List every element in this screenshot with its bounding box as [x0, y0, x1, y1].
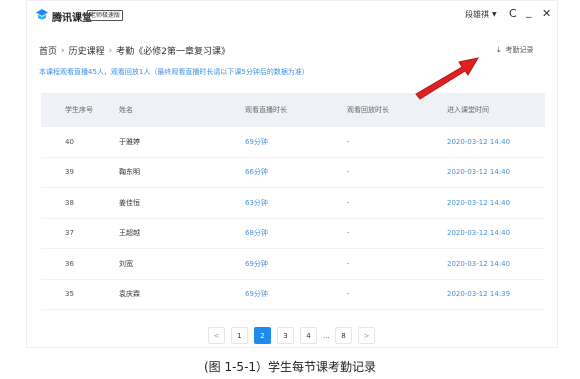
cell-replay-duration: - [347, 229, 350, 238]
figure-caption: (图 1-5-1）学生每节课考勤记录 [203, 360, 377, 374]
breadcrumb: 首页 › 历史课程 › 考勤《必修2第一章复习课》 [39, 44, 230, 58]
app-name: 腾讯课堂 [52, 13, 92, 24]
cell-live-duration: 69分钟 [245, 290, 268, 299]
cell-live-duration: 69分钟 [245, 137, 268, 146]
page-button-3[interactable]: 3 [277, 327, 294, 344]
table-row: 36 刘宽 69分钟 - 2020-03-12 14:40 [41, 249, 545, 280]
cell-student-no: 38 [65, 198, 74, 207]
refresh-icon[interactable]: C [509, 7, 517, 20]
cell-student-no: 35 [65, 290, 74, 299]
red-arrow-annotation [415, 57, 480, 100]
cell-name: 姜佳恒 [119, 198, 140, 207]
cell-replay-duration: - [347, 137, 350, 146]
cell-live-duration: 63分钟 [245, 198, 268, 207]
cell-student-no: 40 [65, 137, 74, 146]
header-replay-duration: 观看回放时长 [347, 106, 389, 114]
tencent-classroom-logo-icon [36, 9, 48, 20]
chevron-right-icon: › [108, 45, 113, 56]
header-live-duration: 观看直播时长 [245, 106, 287, 114]
cell-student-no: 36 [65, 259, 74, 268]
cell-enter-time: 2020-03-12 14:39 [447, 290, 511, 299]
chevron-right-icon: › [61, 45, 65, 56]
cell-enter-time: 2020-03-12 14:40 [447, 198, 511, 207]
page-button-last[interactable]: 8 [335, 327, 352, 344]
cell-enter-time: 2020-03-12 14:40 [447, 259, 511, 268]
cell-student-no: 39 [65, 168, 74, 177]
breadcrumb-course[interactable]: 历史课程 [69, 44, 105, 57]
cell-enter-time: 2020-03-12 14:40 [447, 168, 511, 177]
cell-replay-duration: - [347, 198, 350, 207]
table-row: 35 袁庆霖 69分钟 - 2020-03-12 14:39 [41, 280, 545, 310]
cell-name: 王超越 [119, 229, 140, 238]
attendance-table: 学生序号 姓名 观看直播时长 观看回放时长 进入课堂时间 40 于雅婷 69分钟… [41, 93, 545, 310]
table-row: 39 鞠东明 66分钟 - 2020-03-12 14:40 [41, 158, 545, 188]
cell-name: 于雅婷 [119, 137, 140, 146]
close-icon[interactable]: ✕ [542, 7, 551, 20]
minimize-icon[interactable]: _ [526, 5, 532, 18]
header-student-no: 学生序号 [65, 106, 93, 114]
pagination-ellipsis: ... [323, 331, 330, 340]
titlebar: 腾讯课堂 老师极速版 段雄祺 ▼ C _ ✕ [27, 1, 557, 31]
cell-student-no: 37 [65, 229, 74, 238]
page-button-1[interactable]: 1 [231, 327, 248, 344]
user-menu[interactable]: 段雄祺 ▼ [465, 9, 497, 20]
next-page-button[interactable]: > [358, 327, 375, 344]
attendance-summary: 本课程观看直播45人，观看回放1人（最终观看直播时长请以下课5分钟后的数据为准） [39, 68, 309, 76]
caret-down-icon: ▼ [492, 11, 497, 18]
cell-replay-duration: - [347, 259, 350, 268]
pagination: < 1 2 3 4 ... 8 > [208, 327, 375, 344]
header-enter-time: 进入课堂时间 [447, 106, 489, 114]
cell-name: 刘宽 [119, 259, 133, 268]
cell-name: 鞠东明 [119, 168, 140, 177]
user-name: 段雄祺 [465, 10, 489, 19]
breadcrumb-home[interactable]: 首页 [39, 44, 57, 57]
cell-live-duration: 69分钟 [245, 259, 268, 268]
page-button-4[interactable]: 4 [300, 327, 317, 344]
table-row: 38 姜佳恒 63分钟 - 2020-03-12 14:40 [41, 188, 545, 219]
attendance-record-label: 考勤记录 [505, 46, 534, 54]
table-row: 40 于雅婷 69分钟 - 2020-03-12 14:40 [41, 127, 545, 158]
cell-live-duration: 66分钟 [245, 168, 268, 177]
table-row: 37 王超越 68分钟 - 2020-03-12 14:40 [41, 219, 545, 249]
download-icon: ⤓ [497, 45, 501, 54]
cell-name: 袁庆霖 [119, 290, 140, 299]
page-button-2[interactable]: 2 [254, 327, 271, 344]
header-name: 姓名 [119, 106, 133, 114]
edition-badge: 老师极速版 [87, 10, 124, 21]
prev-page-button[interactable]: < [208, 327, 225, 344]
cell-live-duration: 68分钟 [245, 229, 268, 238]
cell-replay-duration: - [347, 290, 350, 299]
attendance-record-link[interactable]: ⤓ 考勤记录 [497, 45, 534, 55]
cell-replay-duration: - [347, 168, 350, 177]
cell-enter-time: 2020-03-12 14:40 [447, 137, 511, 146]
breadcrumb-current: 考勤《必修2第一章复习课》 [116, 47, 230, 57]
cell-enter-time: 2020-03-12 14:40 [447, 229, 511, 238]
